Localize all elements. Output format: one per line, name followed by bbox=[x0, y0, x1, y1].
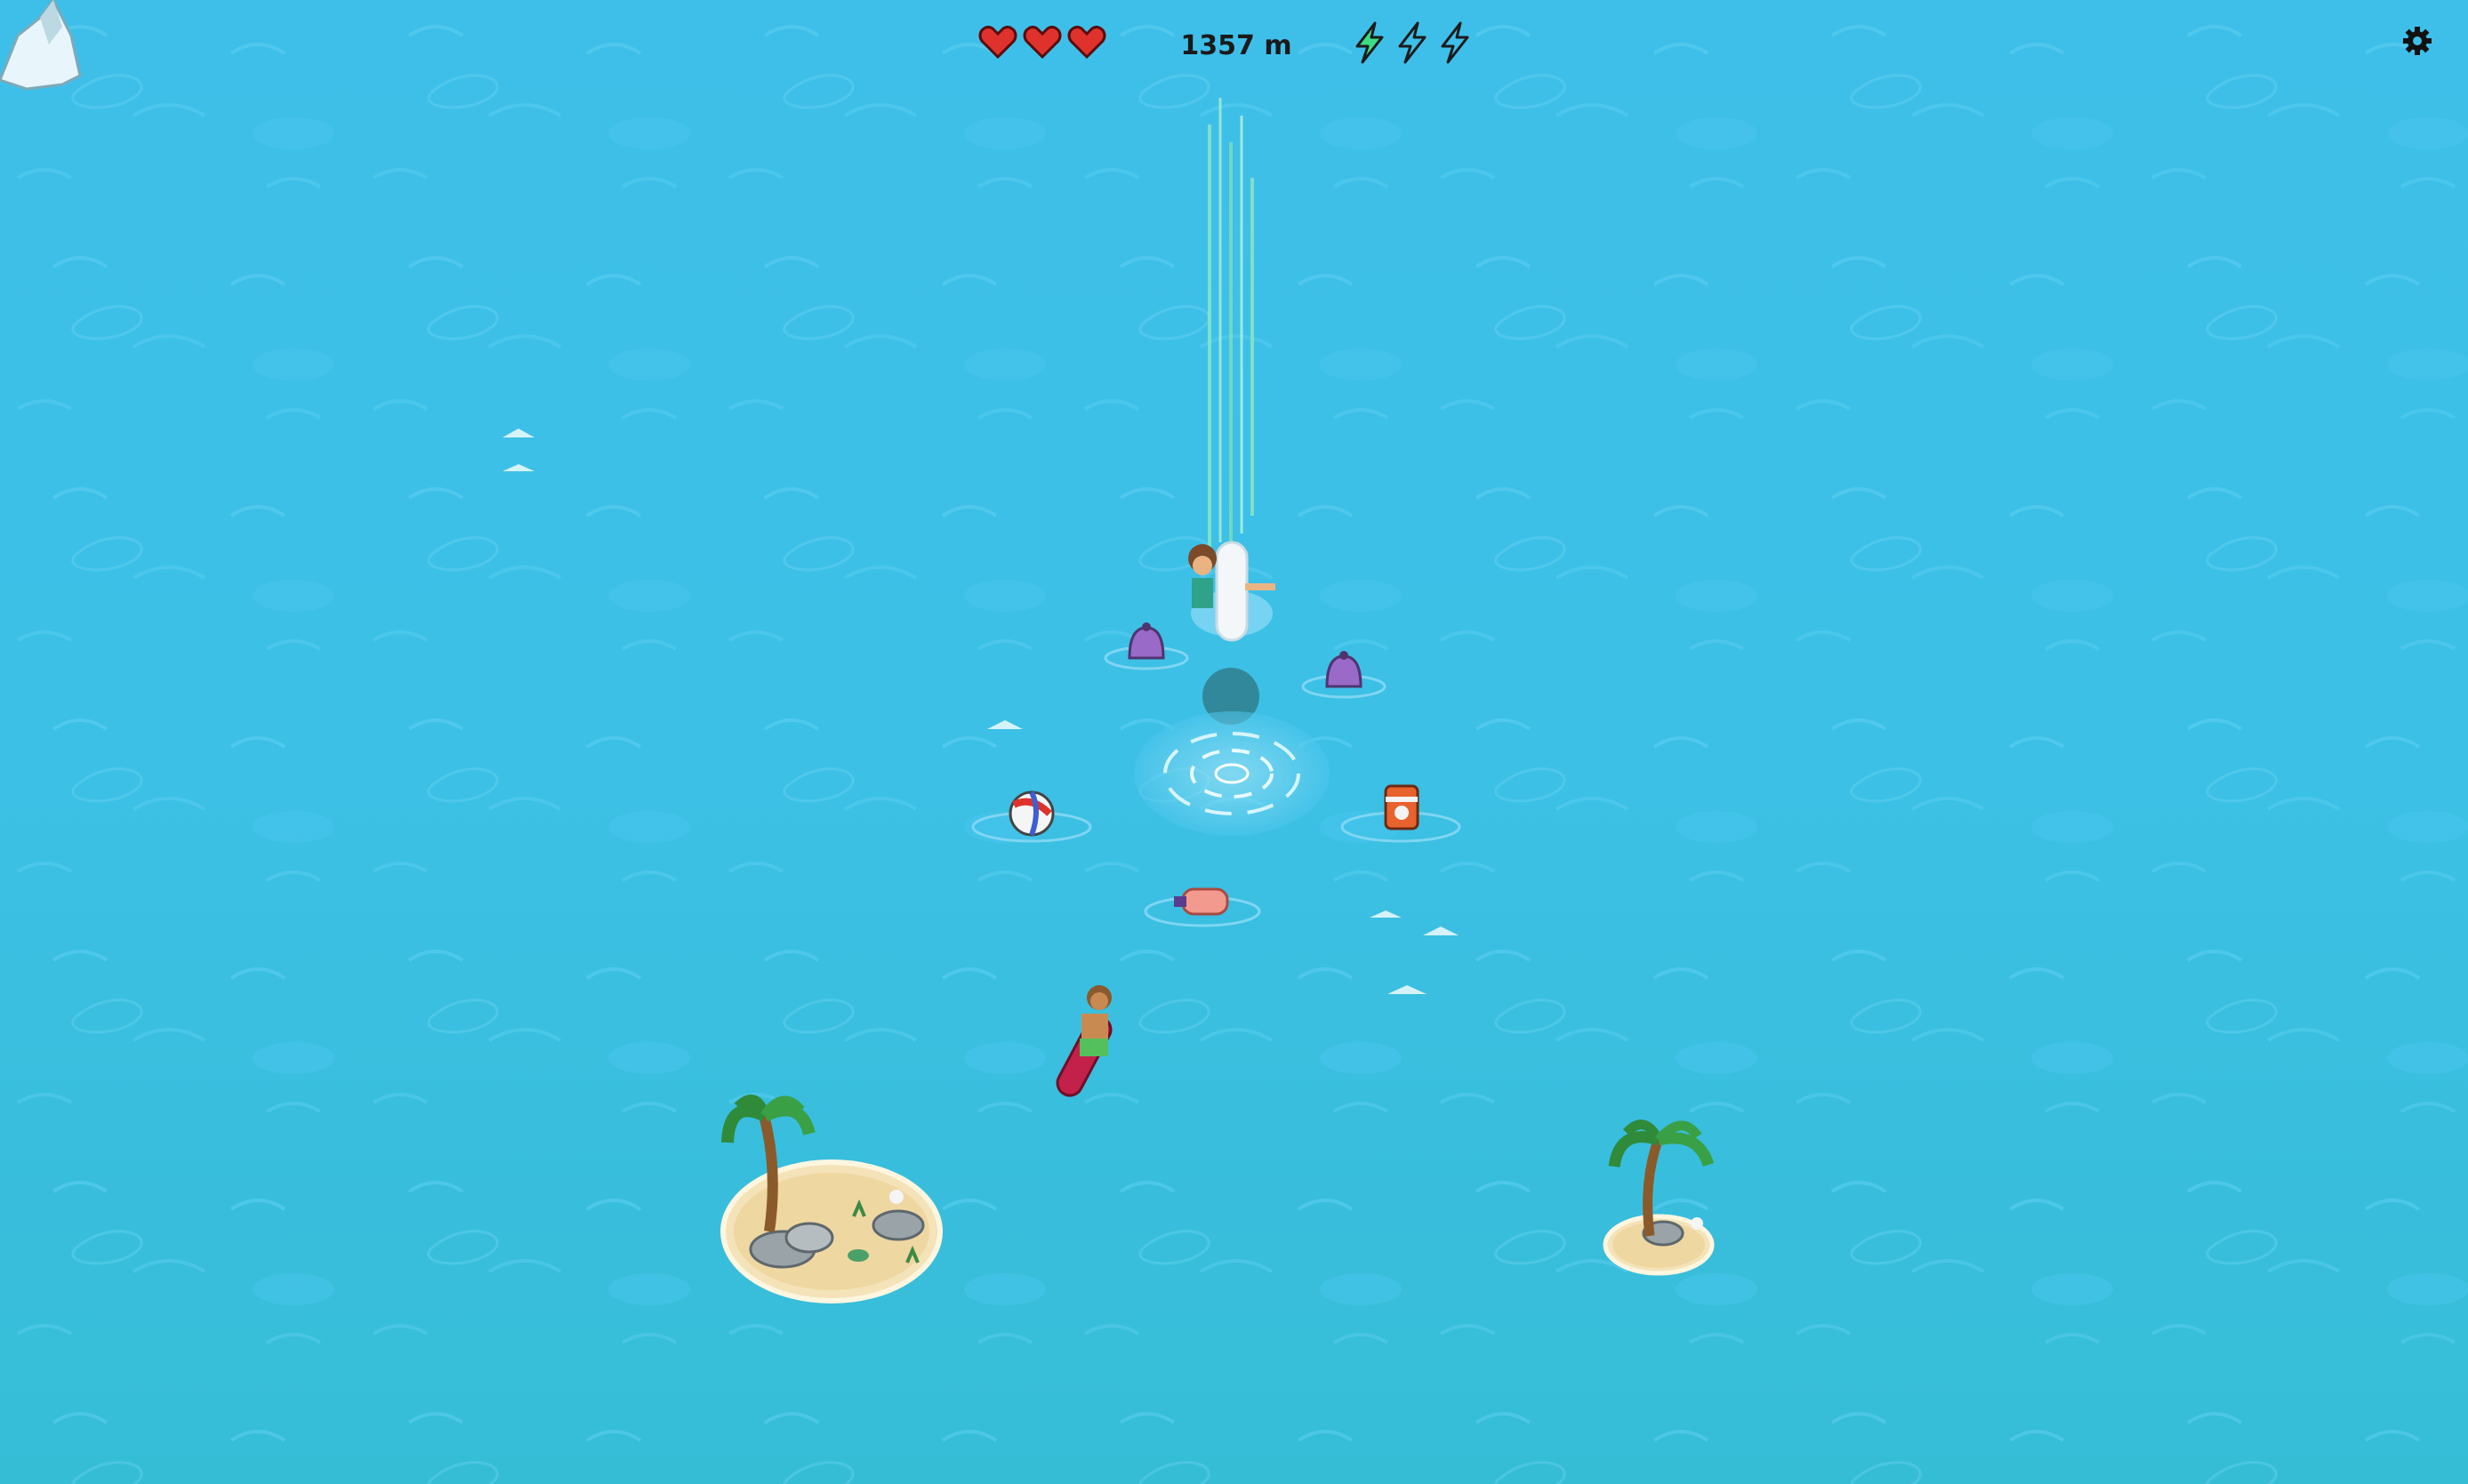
lightning-bolt-icon bbox=[1441, 21, 1469, 64]
heart-icon bbox=[978, 25, 1017, 59]
heart-icon bbox=[1067, 25, 1106, 59]
gear-icon[interactable] bbox=[2400, 23, 2435, 59]
distance-counter: 1357 m bbox=[1180, 30, 1292, 61]
lives-hearts bbox=[978, 23, 1106, 59]
lightning-bolt-icon bbox=[1398, 21, 1427, 64]
heart-icon bbox=[1023, 25, 1062, 59]
boost-meter bbox=[1350, 21, 1475, 64]
lightning-bolt-icon bbox=[1355, 21, 1384, 64]
whirlpool-icon bbox=[1134, 711, 1330, 836]
game-canvas[interactable]: 1357 m bbox=[0, 0, 2468, 1484]
sea-background bbox=[0, 0, 2468, 1484]
